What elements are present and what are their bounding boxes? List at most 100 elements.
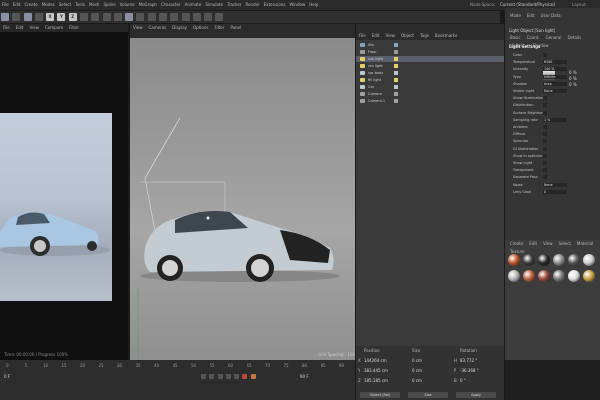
move-icon[interactable] (34, 13, 43, 21)
material-swatch[interactable] (508, 270, 520, 282)
viewport-menu-view[interactable]: View (130, 24, 146, 32)
deformer-icon[interactable] (181, 13, 190, 21)
material-swatch[interactable] (538, 254, 550, 266)
attribute-checkbox[interactable] (543, 96, 547, 101)
attribute-value[interactable]: Area (544, 81, 552, 87)
object-row[interactable]: Floor (356, 49, 504, 55)
play-icon[interactable] (217, 374, 223, 379)
menu-modes[interactable]: Modes (40, 0, 57, 10)
coordinate-system-icon[interactable] (79, 13, 88, 21)
visibility-dot-icon[interactable] (394, 64, 398, 68)
material-menu-create[interactable]: Create (507, 240, 526, 248)
attribute-checkbox[interactable] (543, 132, 547, 137)
menu-extensions[interactable]: Extensions (262, 0, 288, 10)
render-to-picture-viewer-icon[interactable] (102, 13, 111, 21)
menu-help[interactable]: Help (307, 0, 320, 10)
floor-icon[interactable] (192, 13, 201, 21)
timeline[interactable]: 0 5 10 15 20 25 30 35 40 45 50 55 60 65 70 75 80 85 90 0 F… (0, 360, 355, 400)
menu-window[interactable]: Window (287, 0, 307, 10)
attribute-tab-mode[interactable]: Mode (507, 12, 524, 20)
attribute-tab-edit[interactable]: Edit (524, 12, 538, 20)
render-view-menu-compare[interactable]: Compare (42, 24, 66, 32)
attribute-checkbox[interactable] (543, 103, 547, 108)
object-menu-bookmarks[interactable]: Bookmarks (432, 32, 460, 40)
viewport-menu-cameras[interactable]: Cameras (146, 24, 170, 32)
object-menu-view[interactable]: View (382, 32, 398, 40)
object-row[interactable]: Car (356, 84, 504, 90)
attribute-value[interactable]: 6500 (544, 59, 552, 65)
attribute-value[interactable]: Infinite (544, 74, 555, 80)
object-row[interactable]: fill light (356, 77, 504, 83)
material-swatch[interactable] (553, 254, 565, 266)
array-icon[interactable] (158, 13, 167, 21)
pen-icon[interactable] (136, 13, 145, 21)
attribute-subtab-coord-[interactable]: Coord. (524, 34, 543, 42)
attribute-checkbox[interactable] (543, 161, 547, 165)
material-menu-edit[interactable]: Edit (526, 240, 540, 248)
menu-tools[interactable]: Tools (73, 0, 87, 10)
camera-icon[interactable] (204, 13, 213, 21)
menu-select[interactable]: Select (57, 0, 73, 10)
attribute-subtab-basic[interactable]: Basic (507, 34, 524, 42)
light-icon[interactable] (215, 13, 224, 21)
material-swatch[interactable] (568, 270, 580, 282)
viewport-menu-display[interactable]: Display (169, 24, 190, 32)
object-menu-edit[interactable]: Edit (369, 32, 383, 40)
boole-icon[interactable] (170, 13, 179, 21)
material-swatch[interactable] (568, 254, 580, 266)
attribute-checkbox[interactable] (543, 139, 547, 144)
material-swatch[interactable] (583, 254, 595, 266)
autokey-icon[interactable] (250, 374, 256, 379)
viewport-menu-panel[interactable]: Panel (227, 24, 244, 32)
render-view-menu-file[interactable]: File (0, 24, 13, 32)
object-menu-file[interactable]: File (356, 32, 369, 40)
position-field[interactable]: 383.445 cm (364, 368, 388, 374)
object-row[interactable]: Camera (356, 91, 504, 97)
menu-character[interactable]: Character (159, 0, 183, 10)
next-frame-icon[interactable] (225, 374, 231, 379)
position-field[interactable]: 144264 cm (364, 358, 387, 364)
material-menu-view[interactable]: View (540, 240, 556, 248)
current-frame-field[interactable]: 0 F (4, 374, 10, 380)
material-swatch[interactable] (508, 254, 520, 266)
attribute-value[interactable]: None (544, 88, 553, 94)
menu-edit[interactable]: Edit (11, 0, 23, 10)
rotation-field[interactable]: 0 ° (460, 378, 466, 384)
attribute-checkbox[interactable] (543, 125, 547, 129)
render-view-menu-filter[interactable]: Filter (66, 24, 82, 32)
attribute-checkbox[interactable] (543, 146, 547, 151)
visibility-dot-icon[interactable] (394, 50, 398, 54)
viewport-menu-filter[interactable]: Filter (211, 24, 227, 32)
material-swatch[interactable] (553, 270, 565, 282)
material-swatch[interactable] (523, 270, 535, 282)
material-menu-material[interactable]: Material (574, 240, 596, 248)
attribute-field[interactable] (543, 189, 567, 194)
render-view-menu-view[interactable]: View (26, 24, 42, 32)
render-view-menu-edit[interactable]: Edit (13, 24, 27, 32)
rotation-field[interactable]: -36.368 ° (460, 368, 479, 374)
object-row[interactable]: sun light (356, 56, 504, 62)
undo-icon[interactable] (1, 13, 9, 21)
cube-icon[interactable] (125, 13, 134, 21)
viewport-menu-options[interactable]: Options (190, 24, 211, 32)
attribute-subtab-details[interactable]: Details (564, 34, 584, 42)
attribute-value[interactable]: 100 % (544, 66, 554, 72)
visibility-dot-icon[interactable] (394, 99, 398, 103)
menu-file[interactable]: File (0, 0, 11, 10)
live-select-icon[interactable] (23, 13, 32, 21)
material-swatch[interactable] (523, 254, 535, 266)
visibility-dot-icon[interactable] (394, 92, 398, 96)
menu-mograph[interactable]: MoGraph (137, 0, 159, 10)
object-row[interactable]: rim light (356, 63, 504, 69)
size-mode-select[interactable]: Size (408, 392, 448, 398)
menu-tracker[interactable]: Tracker (225, 0, 243, 10)
size-field[interactable]: 0 cm (412, 358, 422, 364)
sampling-value[interactable]: 0 % (569, 82, 577, 88)
apply-button[interactable]: Apply (456, 392, 496, 398)
object-row[interactable]: Sky (356, 42, 504, 48)
menu-spline[interactable]: Spline (101, 0, 117, 10)
menu-animate[interactable]: Animate (183, 0, 204, 10)
attribute-checkbox[interactable] (543, 53, 547, 57)
object-menu-tags[interactable]: Tags (417, 32, 432, 40)
attribute-value[interactable]: 1 % (544, 117, 550, 123)
